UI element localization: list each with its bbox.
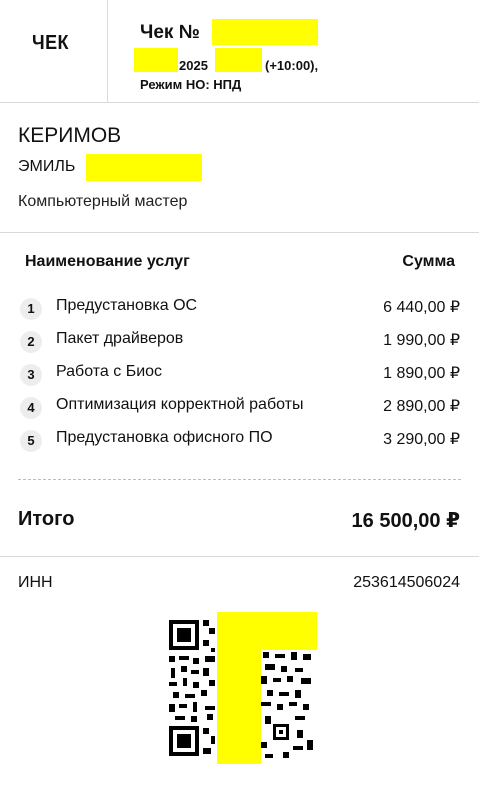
service-row: 2 Пакет драйверов 1 990,00 ₽ [0,327,479,357]
receipt-timezone: (+10:00), [265,58,319,73]
qr-redaction [217,612,317,764]
service-amount: 1 890,00 ₽ [383,365,460,382]
seller-profession: Компьютерный мастер [18,193,188,210]
service-amount: 2 890,00 ₽ [383,398,460,415]
service-row: 3 Работа с Биос 1 890,00 ₽ [0,360,479,390]
service-name: Предустановка офисного ПО [56,429,273,446]
redacted-receipt-number [212,19,318,45]
total-label: Итого [18,508,75,530]
header-divider [107,0,108,102]
redacted-date-day [134,48,178,72]
receipt-header: ЧЕК Чек № 2025 (+10:00), Режим НО: НПД [0,0,479,103]
row-number-badge: 4 [20,397,42,419]
inn-label: ИНН [18,574,53,591]
service-name: Оптимизация корректной работы [56,396,304,413]
total-amount: 16 500,00 ₽ [351,510,460,532]
row-number-badge: 1 [20,298,42,320]
tax-mode: Режим НО: НПД [140,77,242,92]
service-amount: 6 440,00 ₽ [383,299,460,316]
service-name: Работа с Биос [56,363,163,380]
service-row: 4 Оптимизация корректной работы 2 890,00… [0,393,479,423]
row-number-badge: 3 [20,364,42,386]
receipt-number-label: Чек № [140,22,200,43]
redacted-time [215,48,262,72]
service-row: 1 Предустановка ОС 6 440,00 ₽ [0,294,479,324]
redacted-patronymic [86,154,202,181]
row-number-badge: 5 [20,430,42,452]
section-divider [0,556,479,557]
service-amount: 1 990,00 ₽ [383,332,460,349]
seller-first-name: ЭМИЛЬ [18,158,76,175]
inn-value: 253614506024 [353,574,460,591]
service-row: 5 Предустановка офисного ПО 3 290,00 ₽ [0,426,479,456]
dashed-divider [18,479,461,480]
service-name: Пакет драйверов [56,330,184,347]
row-number-badge: 2 [20,331,42,353]
qr-code[interactable] [165,612,317,764]
seller-last-name: КЕРИМОВ [18,124,122,147]
check-label: ЧЕК [32,32,69,54]
sum-column-header: Сумма [402,253,455,270]
section-divider [0,232,479,233]
services-column-header: Наименование услуг [25,253,190,270]
service-amount: 3 290,00 ₽ [383,431,460,448]
receipt-year: 2025 [179,58,208,73]
service-name: Предустановка ОС [56,297,198,314]
